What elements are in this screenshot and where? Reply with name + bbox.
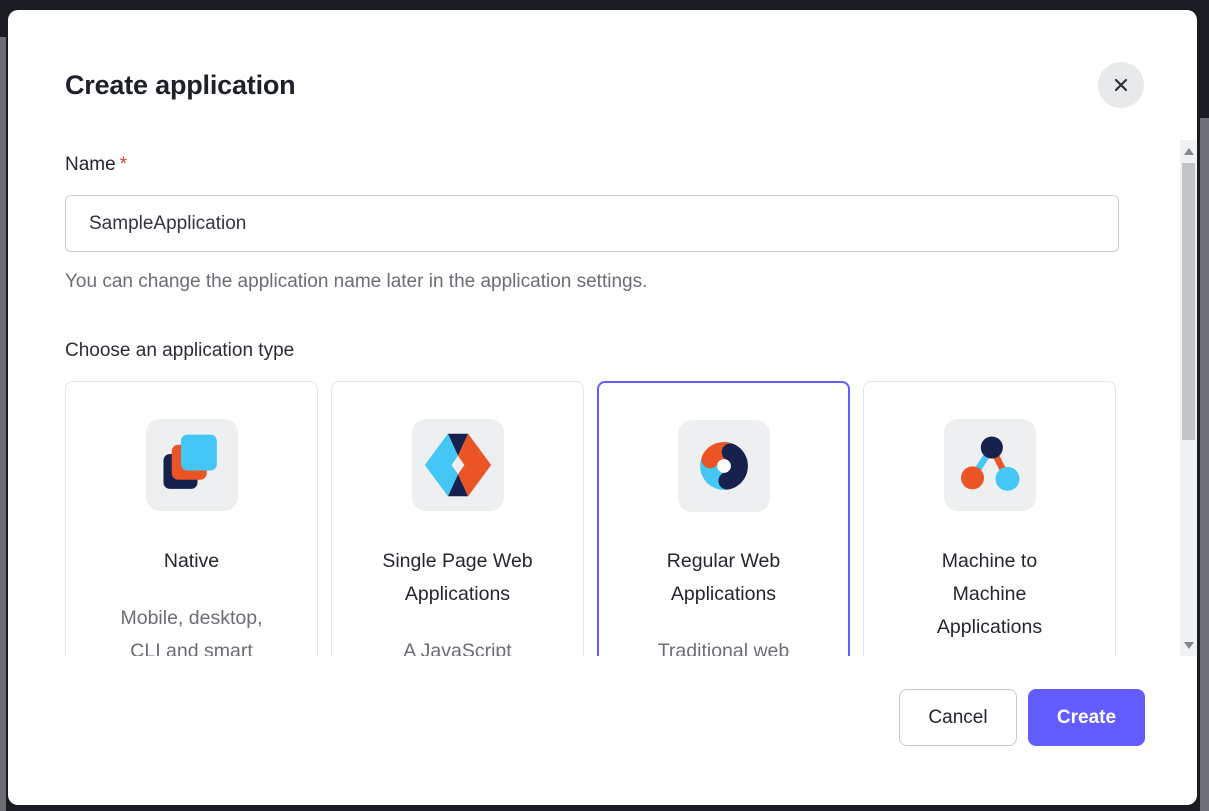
name-label: Name* xyxy=(65,154,127,176)
application-type-label: Choose an application type xyxy=(65,340,294,362)
card-title: Regular Web Applications xyxy=(667,545,780,611)
name-helper-text: You can change the application name late… xyxy=(65,271,647,293)
card-title: Native xyxy=(164,545,219,578)
native-stacked-squares-icon xyxy=(146,419,238,511)
card-description: A JavaScript xyxy=(403,635,511,656)
dimmed-page-overlay: Create application Name* You can change … xyxy=(0,0,1209,811)
create-button[interactable]: Create xyxy=(1028,689,1145,746)
cancel-button[interactable]: Cancel xyxy=(899,689,1017,746)
create-application-modal: Create application Name* You can change … xyxy=(8,10,1197,805)
card-native[interactable]: Native Mobile, desktop, CLI and smart xyxy=(65,381,318,656)
machine-to-machine-nodes-icon xyxy=(944,419,1036,511)
spa-diamond-icon xyxy=(412,419,504,511)
close-icon xyxy=(1111,75,1131,95)
card-single-page-web[interactable]: Single Page Web Applications A JavaScrip… xyxy=(331,381,584,656)
application-name-input[interactable] xyxy=(65,195,1119,252)
card-description: Mobile, desktop, CLI and smart xyxy=(121,602,263,656)
card-regular-web[interactable]: Regular Web Applications Traditional web xyxy=(597,381,850,656)
scrollbar-up-button[interactable] xyxy=(1180,142,1197,160)
scrollbar-down-button[interactable] xyxy=(1180,636,1197,654)
close-button[interactable] xyxy=(1098,62,1144,108)
modal-title: Create application xyxy=(65,70,295,101)
card-title: Single Page Web Applications xyxy=(382,545,532,611)
card-description: Traditional web xyxy=(658,635,790,656)
required-asterisk: * xyxy=(120,154,127,175)
application-type-cards: Native Mobile, desktop, CLI and smart xyxy=(65,381,1116,656)
regular-web-donut-icon xyxy=(678,420,770,512)
chevron-up-icon xyxy=(1184,148,1194,155)
modal-scroll-body: Name* You can change the application nam… xyxy=(8,140,1197,656)
background-page-scrollbar-left xyxy=(0,37,6,811)
background-page-scrollbar-right xyxy=(1200,118,1209,811)
card-title: Machine to Machine Applications xyxy=(937,545,1042,644)
chevron-down-icon xyxy=(1184,642,1194,649)
modal-scrollbar-thumb[interactable] xyxy=(1182,163,1195,440)
card-machine-to-machine[interactable]: Machine to Machine Applications xyxy=(863,381,1116,656)
